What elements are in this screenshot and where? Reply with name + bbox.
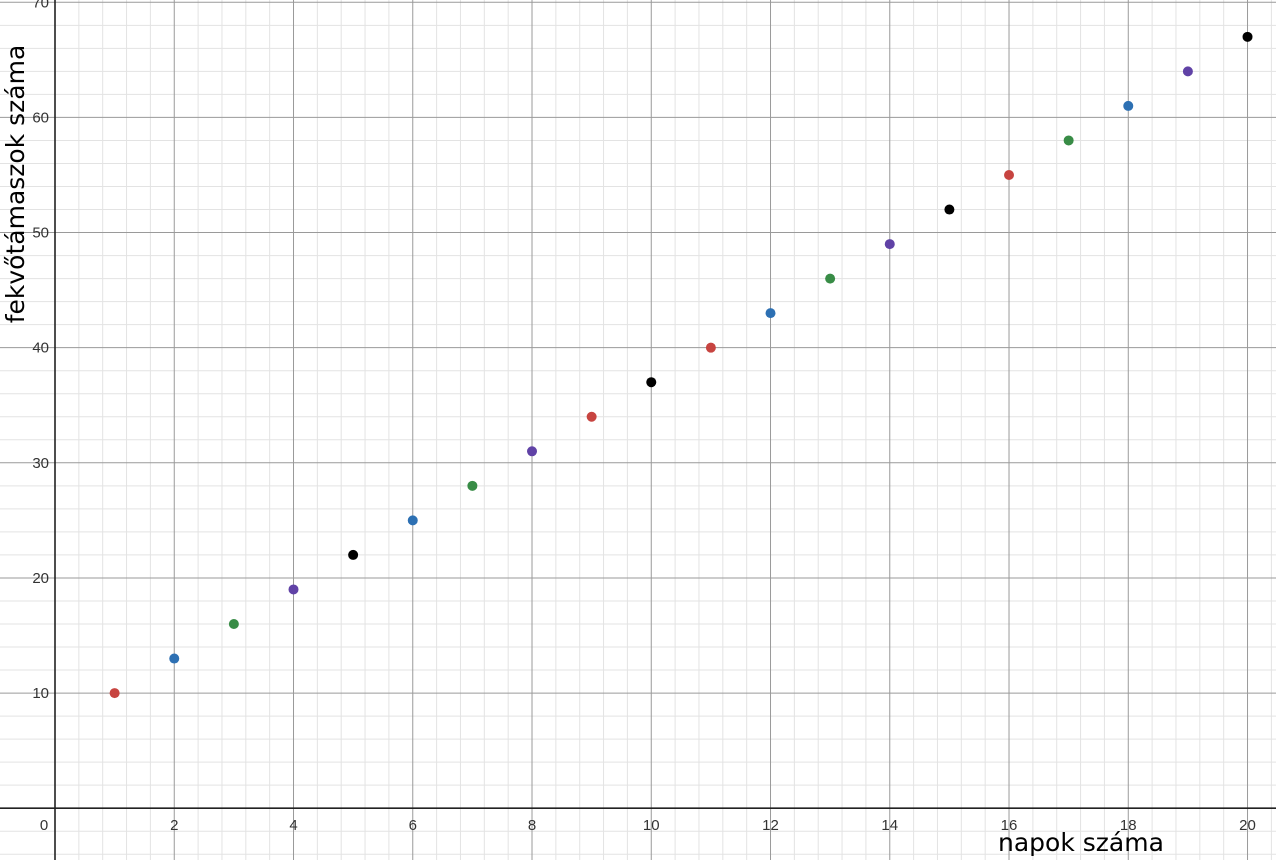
y-tick-label: 10 bbox=[32, 685, 49, 702]
data-point bbox=[348, 549, 359, 560]
chart-background bbox=[0, 0, 1276, 860]
y-tick-label: 50 bbox=[32, 225, 49, 242]
x-tick-label: 8 bbox=[528, 817, 536, 834]
data-point bbox=[586, 411, 597, 422]
data-point bbox=[169, 653, 180, 664]
data-point bbox=[527, 446, 538, 457]
x-tick-label: 10 bbox=[643, 817, 660, 834]
data-point bbox=[407, 515, 418, 526]
data-point bbox=[467, 480, 478, 491]
x-tick-label: 6 bbox=[409, 817, 417, 834]
data-point bbox=[1063, 135, 1074, 146]
data-point bbox=[765, 308, 776, 319]
data-point bbox=[228, 618, 239, 629]
y-tick-label: 70 bbox=[32, 0, 49, 11]
data-point bbox=[884, 239, 895, 250]
data-point bbox=[1182, 66, 1193, 77]
x-tick-label: 4 bbox=[289, 817, 297, 834]
data-point bbox=[109, 688, 120, 699]
data-point bbox=[1123, 100, 1134, 111]
x-tick-label: 0 bbox=[40, 817, 48, 834]
y-tick-label: 40 bbox=[32, 340, 49, 357]
y-tick-label: 20 bbox=[32, 570, 49, 587]
x-tick-label: 12 bbox=[762, 817, 779, 834]
x-axis-title: napok száma bbox=[998, 828, 1164, 857]
y-axis-title: fekvőtámaszok száma bbox=[1, 45, 30, 324]
x-tick-label: 2 bbox=[170, 817, 178, 834]
x-tick-label: 14 bbox=[881, 817, 898, 834]
y-tick-label: 60 bbox=[32, 109, 49, 126]
data-point bbox=[1242, 31, 1253, 42]
data-point bbox=[825, 273, 836, 284]
x-tick-label: 20 bbox=[1239, 817, 1256, 834]
data-point bbox=[288, 584, 299, 595]
data-point bbox=[705, 342, 716, 353]
scatter-chart: 0 2 4 6 8 10 12 14 16 18 20 10203040506070 fekvőtá… bbox=[0, 0, 1276, 860]
data-point bbox=[646, 377, 657, 388]
data-point bbox=[944, 204, 955, 215]
data-point bbox=[1004, 169, 1015, 180]
y-tick-label: 30 bbox=[32, 455, 49, 472]
